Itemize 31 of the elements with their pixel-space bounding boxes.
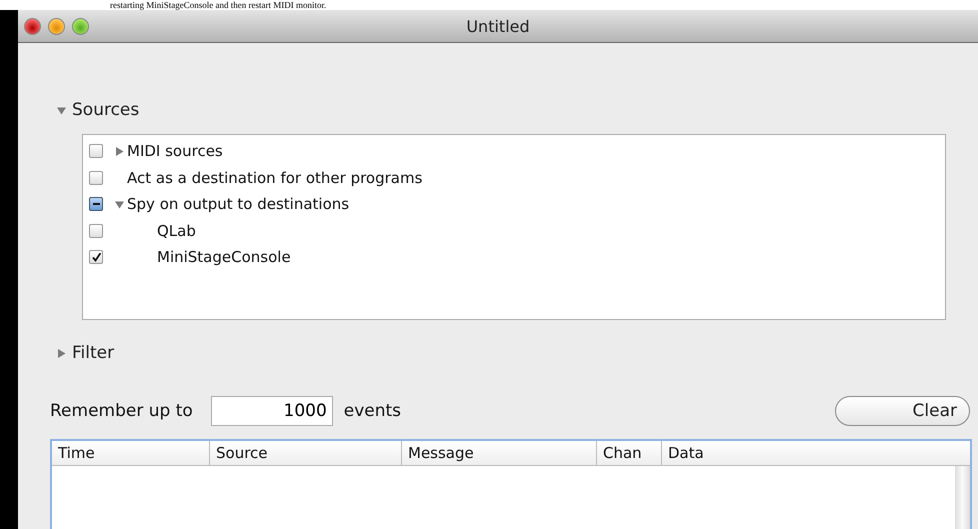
column-header[interactable]: Source (210, 441, 402, 465)
column-header[interactable]: Time (52, 441, 210, 465)
checkbox[interactable] (89, 170, 103, 185)
expanded-triangle-icon[interactable] (57, 106, 66, 114)
source-item[interactable]: MIDI sources (127, 142, 223, 160)
source-item[interactable]: QLab (157, 222, 196, 240)
minimize-button[interactable] (48, 18, 65, 34)
zoom-button[interactable] (72, 18, 89, 34)
checkbox[interactable] (89, 224, 103, 238)
checkbox[interactable] (89, 197, 103, 212)
column-header[interactable]: Message (402, 441, 597, 465)
section-header[interactable]: Filter (72, 343, 114, 363)
input-field[interactable]: 1000 (210, 396, 333, 426)
checkbox[interactable] (89, 144, 103, 158)
window-title: Untitled (466, 16, 530, 36)
source-item[interactable]: MiniStageConsole (157, 248, 291, 266)
source-item[interactable]: Act as a destination for other programs (127, 168, 422, 187)
clear-button[interactable]: Clear (835, 396, 970, 426)
checkbox[interactable] (89, 250, 103, 264)
source-item[interactable]: Spy on output to destinations (127, 195, 350, 214)
section-header[interactable]: Sources (72, 100, 140, 120)
scrollbar[interactable] (955, 466, 970, 529)
column-header[interactable]: Data (662, 441, 970, 465)
close-button[interactable] (24, 18, 41, 34)
page-text: restarting MiniStageConsole and then restart MIDI monitor. (110, 0, 326, 10)
collapsed-triangle-icon[interactable] (115, 146, 124, 156)
field-label: Remember up to (50, 401, 193, 421)
field-label: events (344, 401, 402, 421)
column-header[interactable]: Chan (597, 441, 662, 465)
collapsed-triangle-icon[interactable] (57, 348, 66, 358)
expanded-triangle-icon[interactable] (115, 200, 124, 209)
